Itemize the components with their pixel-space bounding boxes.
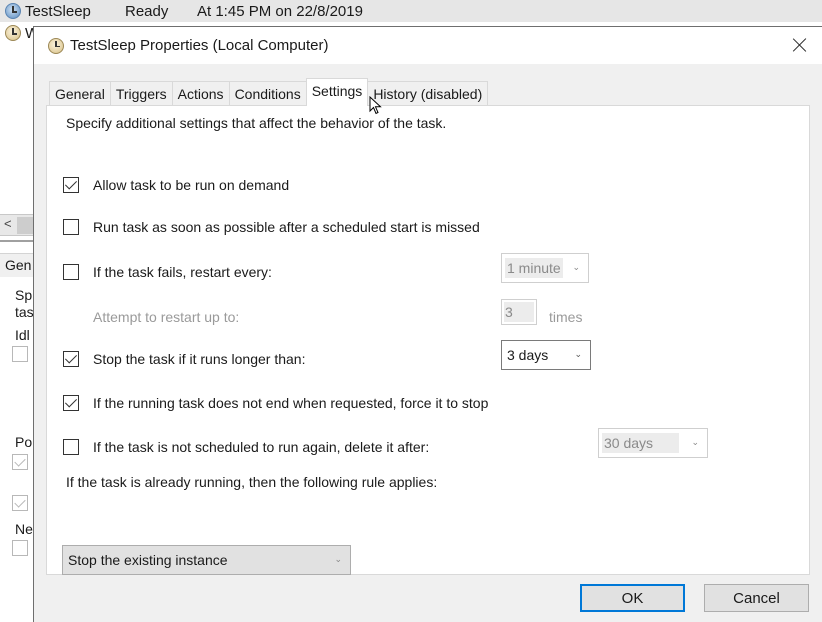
restart-attempts-input[interactable]: 3 [501,299,537,325]
dialog-titlebar[interactable]: TestSleep Properties (Local Computer) [34,27,822,64]
allow-on-demand-label[interactable]: Allow task to be run on demand [93,177,289,193]
task-status: Ready [125,2,169,20]
restart-attempts-row: Attempt to restart up to: [93,309,239,325]
stop-if-longer-row: Stop the task if it runs longer than: [63,351,305,367]
restart-on-fail-label[interactable]: If the task fails, restart every: [93,264,272,280]
task-properties-dialog: TestSleep Properties (Local Computer) Ge… [33,26,822,622]
background-tab-general[interactable]: Gen [0,253,34,277]
background-text: Idl [15,327,30,343]
run-asap-checkbox[interactable] [63,219,79,235]
background-checkbox [12,346,28,362]
stop-if-longer-checkbox[interactable] [63,351,79,367]
background-text: Sp [15,287,33,303]
chevron-down-icon: ⌄ [572,262,580,272]
stop-if-longer-label[interactable]: Stop the task if it runs longer than: [93,351,305,367]
run-asap-label[interactable]: Run task as soon as possible after a sch… [93,219,480,235]
settings-intro: Specify additional settings that affect … [66,115,447,131]
allow-on-demand-checkbox[interactable] [63,177,79,193]
restart-on-fail-row: If the task fails, restart every: [63,264,272,280]
background-text: Po [15,434,33,450]
background-text: Ne [15,521,33,537]
chevron-down-icon: ⌄ [691,437,699,447]
force-stop-row: If the running task does not end when re… [63,395,488,411]
task-scheduler-clock-icon [48,37,64,54]
running-rule-dropdown[interactable]: Stop the existing instance ⌄ [62,545,351,575]
restart-attempts-label: Attempt to restart up to: [93,309,240,325]
background-checkbox [12,495,28,511]
delete-after-row: If the task is not scheduled to run agai… [63,439,429,455]
force-stop-checkbox[interactable] [63,395,79,411]
restart-attempts-value: 3 [504,302,534,322]
running-rule-label: If the task is already running, then the… [66,474,438,490]
delete-after-label[interactable]: If the task is not scheduled to run agai… [93,439,429,455]
stop-duration-value: 3 days [507,347,549,363]
restart-on-fail-checkbox[interactable] [63,264,79,280]
mouse-cursor-icon [369,96,382,115]
background-checkbox [12,540,28,556]
tab-actions[interactable]: Actions [171,81,230,106]
stop-duration-dropdown[interactable]: 3 days ⌄ [501,340,591,370]
delete-after-value: 30 days [602,433,680,453]
horizontal-scrollbar[interactable]: < [0,214,34,236]
restart-interval-dropdown[interactable]: 1 minute ⌄ [501,253,589,283]
close-icon[interactable] [790,35,810,55]
tab-history[interactable]: History (disabled) [367,81,489,106]
dialog-title: TestSleep Properties (Local Computer) [70,37,329,54]
tab-settings[interactable]: Settings [305,78,369,106]
chevron-down-icon: ⌄ [574,349,582,359]
scrollbar-thumb[interactable] [17,217,34,234]
delete-after-checkbox[interactable] [63,439,79,455]
task-trigger: At 1:45 PM on 22/8/2019 [197,2,363,20]
restart-interval-value: 1 minute [505,258,563,278]
tab-general[interactable]: General [49,81,111,106]
settings-panel: Specify additional settings that affect … [46,105,810,575]
ok-button[interactable]: OK [580,584,685,612]
restart-attempts-unit: times [549,309,583,325]
allow-on-demand-row: Allow task to be run on demand [63,177,289,193]
background-text: tas [15,304,34,320]
run-asap-row: Run task as soon as possible after a sch… [63,219,480,235]
task-clock-icon [5,3,21,19]
tab-triggers[interactable]: Triggers [109,81,173,106]
force-stop-label[interactable]: If the running task does not end when re… [93,395,488,411]
cancel-button[interactable]: Cancel [704,584,809,612]
running-rule-row: If the task is already running, then the… [66,474,437,490]
task-list-row[interactable]: TestSleep Ready At 1:45 PM on 22/8/2019 [0,0,822,22]
chevron-down-icon: ⌄ [334,554,342,564]
task-clock-icon [5,25,21,41]
tab-strip: General Triggers Actions Conditions Sett… [49,78,489,106]
delete-after-dropdown[interactable]: 30 days ⌄ [598,428,708,458]
splitter[interactable] [0,240,34,242]
tab-conditions[interactable]: Conditions [228,81,307,106]
task-name: TestSleep [25,2,91,20]
scroll-left-arrow-icon[interactable]: < [4,216,12,231]
running-rule-value: Stop the existing instance [68,552,228,568]
background-checkbox [12,454,28,470]
